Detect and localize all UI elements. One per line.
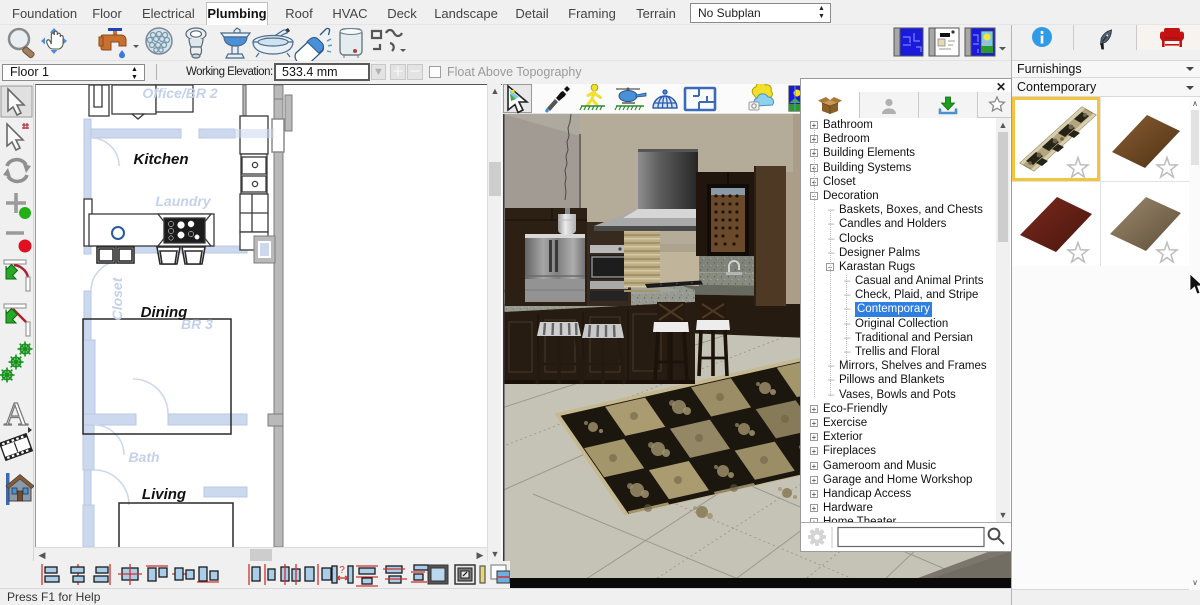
svg-text:Dining: Dining [141,304,188,321]
svg-text:?: ? [339,565,345,576]
svg-text:Kitchen: Kitchen [133,151,188,168]
svg-text:A: A [4,396,29,433]
svg-text:Office/BR 2: Office/BR 2 [142,85,217,101]
svg-text:Living: Living [142,486,186,503]
svg-text:Laundry: Laundry [155,193,211,209]
svg-text:Closet: Closet [109,276,125,320]
svg-text:Bath: Bath [128,449,159,465]
